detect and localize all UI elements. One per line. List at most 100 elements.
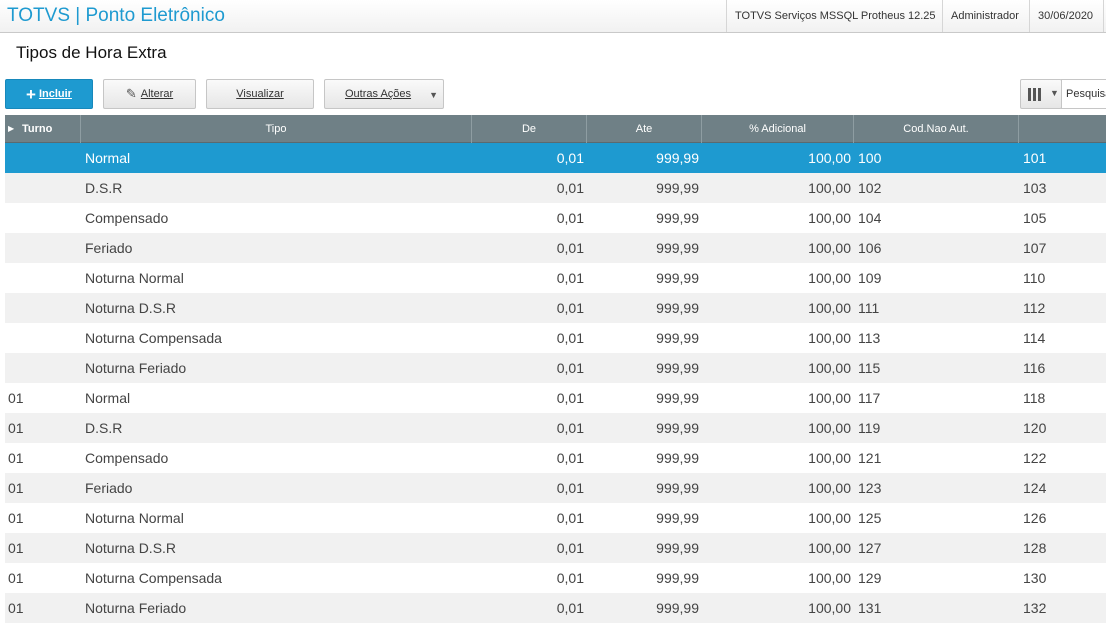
cell-cod-aut: 110: [1023, 270, 1046, 286]
table-row[interactable]: Noturna Normal 0,01 999,99 100,00 109 110: [5, 263, 1106, 293]
cell-ate: 999,99: [656, 240, 699, 256]
cell-cod-nao-aut: 125: [858, 510, 882, 526]
page-title: Tipos de Hora Extra: [16, 43, 167, 62]
table-row[interactable]: D.S.R 0,01 999,99 100,00 102 103: [5, 173, 1106, 203]
cell-tipo: Feriado: [85, 480, 133, 496]
environment-info: TOTVS Serviços MSSQL Protheus 12.25: [726, 0, 944, 32]
cell-ate: 999,99: [656, 600, 699, 616]
cell-de: 0,01: [556, 210, 584, 226]
cell-ate: 999,99: [656, 450, 699, 466]
column-header-cod-aut[interactable]: [1019, 115, 1106, 143]
cell-tipo: Noturna Compensada: [85, 570, 222, 586]
column-header-cod-nao-aut[interactable]: Cod.Nao Aut.: [854, 115, 1019, 143]
app-window: TOTVS | Ponto Eletrônico TOTVS Serviços …: [0, 0, 1106, 628]
column-header-turno[interactable]: Turno: [14, 115, 81, 143]
cell-tipo: Normal: [85, 150, 131, 166]
cell-adicional: 100,00: [808, 420, 851, 436]
cell-tipo: Noturna D.S.R: [85, 540, 177, 556]
cell-turno: [8, 263, 78, 293]
cell-ate: 999,99: [656, 540, 699, 556]
cell-de: 0,01: [556, 270, 584, 286]
table-row[interactable]: Normal 0,01 999,99 100,00 100 101: [5, 143, 1106, 173]
cell-ate: 999,99: [656, 420, 699, 436]
table-row[interactable]: 01 D.S.R 0,01 999,99 100,00 119 120: [5, 413, 1106, 443]
cell-turno: 01: [8, 540, 24, 556]
cell-de: 0,01: [556, 360, 584, 376]
cell-cod-aut: 120: [1023, 420, 1047, 436]
table-row[interactable]: 01 Feriado 0,01 999,99 100,00 123 124: [5, 473, 1106, 503]
cell-turno: 01: [8, 390, 24, 406]
cell-turno: 01: [8, 600, 24, 616]
alterar-button[interactable]: ✎ Alterar: [103, 79, 196, 109]
table-row[interactable]: Noturna Compensada 0,01 999,99 100,00 113 114: [5, 323, 1106, 353]
cell-cod-aut: 105: [1023, 210, 1047, 226]
cell-cod-aut: 124: [1023, 480, 1047, 496]
visualizar-button[interactable]: Visualizar: [206, 79, 314, 109]
table-row[interactable]: 01 Noturna D.S.R 0,01 999,99 100,00 127 128: [5, 533, 1106, 563]
columns-icon: [1028, 88, 1042, 101]
date-info: 30/06/2020: [1029, 0, 1101, 32]
table-row[interactable]: Compensado 0,01 999,99 100,00 104 105: [5, 203, 1106, 233]
cell-ate: 999,99: [656, 300, 699, 316]
incluir-button[interactable]: + Incluir: [5, 79, 93, 109]
caret-down-icon: ▼: [1050, 88, 1059, 98]
cell-cod-aut: 128: [1023, 540, 1047, 556]
table-row[interactable]: 01 Normal 0,01 999,99 100,00 117 118: [5, 383, 1106, 413]
cell-cod-nao-aut: 127: [858, 540, 882, 556]
cell-turno: 01: [8, 480, 24, 496]
pencil-icon: ✎: [125, 86, 137, 101]
cell-turno: [8, 143, 78, 173]
cell-adicional: 100,00: [808, 390, 851, 406]
cell-cod-aut: 112: [1023, 300, 1046, 316]
cell-cod-nao-aut: 115: [858, 360, 881, 376]
search-input[interactable]: Pesquisar: [1061, 79, 1106, 109]
table-row[interactable]: Noturna D.S.R 0,01 999,99 100,00 111 112: [5, 293, 1106, 323]
cell-adicional: 100,00: [808, 360, 851, 376]
cell-cod-nao-aut: 129: [858, 570, 882, 586]
cell-de: 0,01: [556, 450, 584, 466]
cell-cod-nao-aut: 113: [858, 330, 881, 346]
visualizar-label: Visualizar: [236, 88, 284, 100]
column-header-tipo[interactable]: Tipo: [81, 115, 472, 143]
cell-turno: 01: [8, 510, 24, 526]
table-row[interactable]: 01 Noturna Compensada 0,01 999,99 100,00 129 1…: [5, 563, 1106, 593]
cell-adicional: 100,00: [808, 510, 851, 526]
table-row[interactable]: 01 Compensado 0,01 999,99 100,00 121 122: [5, 443, 1106, 473]
user-info[interactable]: Administrador: [942, 0, 1027, 32]
cell-cod-nao-aut: 117: [858, 390, 881, 406]
top-bar: TOTVS | Ponto Eletrônico TOTVS Serviços …: [0, 0, 1106, 33]
cell-adicional: 100,00: [808, 540, 851, 556]
column-header-adicional[interactable]: % Adicional: [702, 115, 854, 143]
table-row[interactable]: Noturna Feriado 0,01 999,99 100,00 115 116: [5, 353, 1106, 383]
cell-cod-nao-aut: 121: [858, 450, 882, 466]
cell-ate: 999,99: [656, 330, 699, 346]
cell-cod-nao-aut: 131: [858, 600, 882, 616]
cell-cod-aut: 132: [1023, 600, 1047, 616]
cell-adicional: 100,00: [808, 240, 851, 256]
outras-acoes-label: Outras Ações: [345, 88, 412, 100]
column-header-de[interactable]: De: [472, 115, 587, 143]
cell-tipo: Noturna Normal: [85, 270, 184, 286]
cell-tipo: D.S.R: [85, 180, 123, 196]
cell-de: 0,01: [556, 390, 584, 406]
table-row[interactable]: 01 Noturna Normal 0,01 999,99 100,00 125 126: [5, 503, 1106, 533]
outras-acoes-button[interactable]: Outras Ações ▼: [324, 79, 444, 109]
cell-de: 0,01: [556, 330, 584, 346]
table-row[interactable]: 01 Noturna Feriado 0,01 999,99 100,00 131 132: [5, 593, 1106, 623]
cell-turno: [8, 353, 78, 383]
column-header-ate[interactable]: Ate: [587, 115, 702, 143]
columns-selector-button[interactable]: ▼: [1020, 79, 1062, 109]
table-row[interactable]: Feriado 0,01 999,99 100,00 106 107: [5, 233, 1106, 263]
cell-adicional: 100,00: [808, 180, 851, 196]
cell-cod-nao-aut: 104: [858, 210, 882, 226]
cell-de: 0,01: [556, 150, 584, 166]
cell-cod-aut: 118: [1023, 390, 1046, 406]
row-indicator-icon: ▶: [8, 124, 15, 133]
cell-ate: 999,99: [656, 510, 699, 526]
cell-ate: 999,99: [656, 270, 699, 286]
caret-down-icon: ▼: [429, 90, 438, 100]
cell-cod-nao-aut: 100: [858, 150, 882, 166]
grid-body: Normal 0,01 999,99 100,00 100 101 D.S.R 0,01 999…: [5, 143, 1106, 623]
cell-cod-aut: 101: [1023, 150, 1047, 166]
cell-ate: 999,99: [656, 390, 699, 406]
